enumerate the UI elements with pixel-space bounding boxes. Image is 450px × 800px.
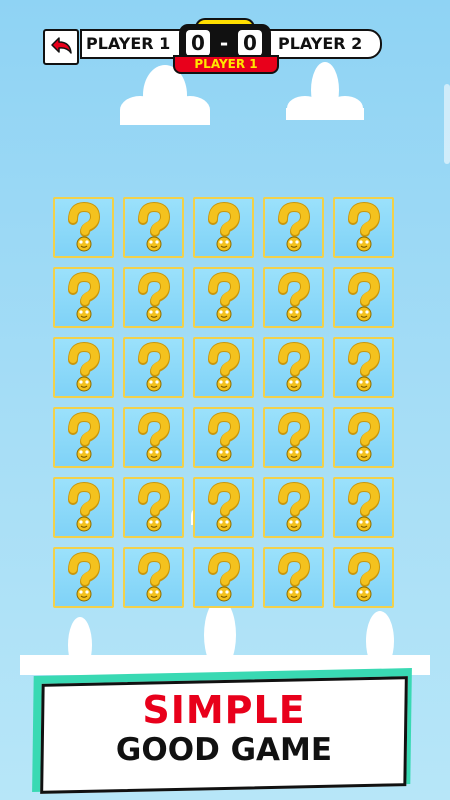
memory-card[interactable]: [53, 407, 114, 468]
player2-score: 0: [238, 30, 262, 56]
memory-card[interactable]: [333, 547, 394, 608]
memory-card[interactable]: [263, 197, 324, 258]
memory-card[interactable]: [193, 337, 254, 398]
question-mark-icon: [278, 341, 311, 392]
back-button[interactable]: [43, 29, 79, 65]
current-turn-badge: PLAYER 1: [173, 55, 279, 74]
memory-card[interactable]: [333, 267, 394, 328]
memory-card[interactable]: [193, 267, 254, 328]
memory-card[interactable]: [263, 337, 324, 398]
memory-card[interactable]: [123, 197, 184, 258]
memory-card[interactable]: [333, 337, 394, 398]
memory-card[interactable]: [123, 407, 184, 468]
memory-card[interactable]: [53, 267, 114, 328]
memory-card[interactable]: [193, 197, 254, 258]
question-mark-icon: [138, 411, 171, 462]
memory-card[interactable]: [263, 547, 324, 608]
question-mark-icon: [278, 551, 311, 602]
question-mark-icon: [68, 341, 101, 392]
memory-card[interactable]: [263, 267, 324, 328]
memory-card[interactable]: [123, 477, 184, 538]
memory-card[interactable]: [53, 477, 114, 538]
question-mark-icon: [208, 481, 241, 532]
question-mark-icon: [68, 411, 101, 462]
question-mark-icon: [348, 551, 381, 602]
question-mark-icon: [278, 411, 311, 462]
card-grid: [53, 197, 394, 608]
memory-card[interactable]: [53, 337, 114, 398]
banner-title: SIMPLE: [142, 688, 306, 732]
question-mark-icon: [68, 271, 101, 322]
memory-card[interactable]: [333, 197, 394, 258]
question-mark-icon: [138, 201, 171, 252]
memory-card[interactable]: [193, 407, 254, 468]
question-mark-icon: [348, 201, 381, 252]
question-mark-icon: [348, 341, 381, 392]
memory-card[interactable]: [193, 477, 254, 538]
memory-card[interactable]: [333, 407, 394, 468]
scrollbar[interactable]: [444, 84, 450, 164]
score-separator: -: [219, 31, 229, 55]
memory-card[interactable]: [193, 547, 254, 608]
question-mark-icon: [208, 411, 241, 462]
question-mark-icon: [348, 411, 381, 462]
question-mark-icon: [208, 271, 241, 322]
back-arrow-icon: [51, 37, 72, 54]
question-mark-icon: [68, 481, 101, 532]
question-mark-icon: [348, 271, 381, 322]
memory-card[interactable]: [263, 407, 324, 468]
memory-card[interactable]: [123, 267, 184, 328]
question-mark-icon: [138, 271, 171, 322]
question-mark-icon: [138, 481, 171, 532]
player1-score: 0: [186, 30, 210, 56]
memory-card[interactable]: [263, 477, 324, 538]
memory-card[interactable]: [53, 547, 114, 608]
score-header: PLAYER 1 PLAYER 2 0 - 0 PLAYER 1: [0, 0, 450, 90]
question-mark-icon: [278, 271, 311, 322]
question-mark-icon: [348, 481, 381, 532]
question-mark-icon: [278, 201, 311, 252]
question-mark-icon: [208, 551, 241, 602]
banner-subtitle: GOOD GAME: [115, 732, 333, 768]
memory-card[interactable]: [123, 337, 184, 398]
question-mark-icon: [68, 551, 101, 602]
question-mark-icon: [138, 341, 171, 392]
question-mark-icon: [138, 551, 171, 602]
question-mark-icon: [208, 341, 241, 392]
memory-card[interactable]: [333, 477, 394, 538]
memory-card[interactable]: [123, 547, 184, 608]
question-mark-icon: [278, 481, 311, 532]
player2-label: PLAYER 2: [278, 34, 363, 53]
player1-label: PLAYER 1: [86, 34, 171, 53]
question-mark-icon: [208, 201, 241, 252]
question-mark-icon: [68, 201, 101, 252]
memory-card[interactable]: [53, 197, 114, 258]
